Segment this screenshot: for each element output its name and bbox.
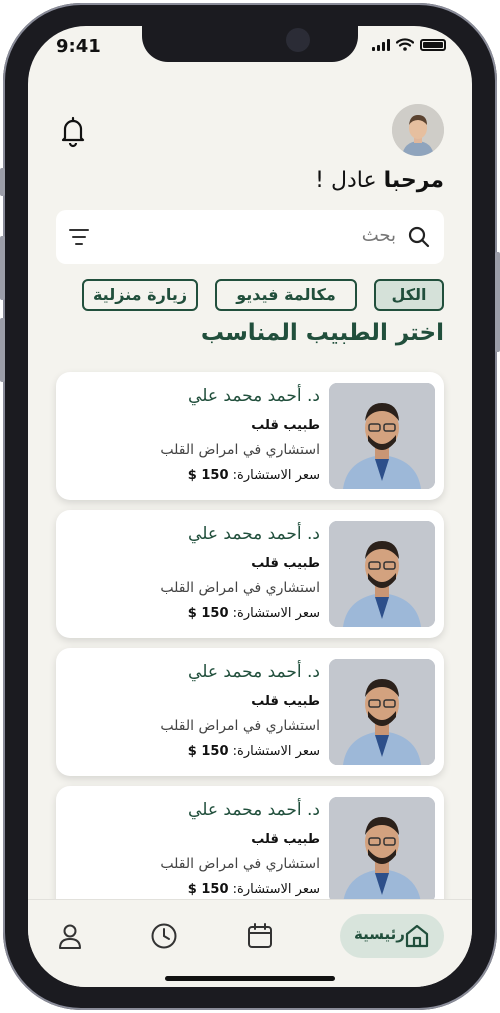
price-value: 150 $ [187, 744, 229, 759]
filter-chip-video-call[interactable]: مكالمة فيديو [215, 279, 357, 311]
doctor-card[interactable]: د. أحمد محمد علي طبيب قلب استشاري في امر… [56, 510, 444, 638]
doctor-description: استشاري في امراض القلب [160, 580, 320, 596]
doctor-specialty: طبيب قلب [251, 418, 320, 433]
doctor-specialty: طبيب قلب [251, 556, 320, 571]
doctor-description: استشاري في امراض القلب [160, 856, 320, 872]
greeting: مرحبا عادل ! [315, 168, 444, 193]
doctor-price: سعر الاستشارة: 150 $ [188, 744, 320, 759]
price-label: سعر الاستشارة: [232, 606, 320, 621]
camera [286, 28, 310, 52]
doctor-card[interactable]: د. أحمد محمد علي طبيب قلب استشاري في امر… [56, 372, 444, 500]
doctor-name: د. أحمد محمد علي [188, 662, 320, 682]
filter-chip-home-visit[interactable]: زيارة منزلية [82, 279, 198, 311]
app-screen: 9:41 مرحبا عادل ! بحث الكل مكالمة فيديو … [28, 26, 472, 987]
greeting-prefix: مرحبا [383, 168, 444, 193]
doctor-specialty: طبيب قلب [251, 832, 320, 847]
signal-icon [372, 38, 390, 51]
section-title: اختر الطبيب المناسب [200, 320, 444, 346]
doctor-photo [329, 383, 435, 489]
wifi-icon [396, 38, 414, 51]
search-icon [408, 226, 430, 248]
doctor-photo [329, 797, 435, 903]
home-icon [405, 924, 429, 948]
power-button [495, 252, 500, 352]
search-bar[interactable]: بحث [56, 210, 444, 264]
doctor-price: سعر الاستشارة: 150 $ [188, 882, 320, 897]
tab-home-label: رئيسية [354, 925, 405, 943]
avatar[interactable] [392, 104, 444, 156]
doctor-price: سعر الاستشارة: 150 $ [188, 606, 320, 621]
calendar-icon[interactable] [246, 922, 274, 950]
battery-icon [420, 38, 446, 51]
doctor-card[interactable]: د. أحمد محمد علي طبيب قلب استشاري في امر… [56, 648, 444, 776]
clock-icon[interactable] [150, 922, 178, 950]
price-value: 150 $ [187, 468, 229, 483]
filter-chip-all[interactable]: الكل [374, 279, 444, 311]
greeting-name: عادل ! [315, 168, 377, 193]
price-value: 150 $ [187, 606, 229, 621]
doctor-description: استشاري في امراض القلب [160, 718, 320, 734]
tab-bar: رئيسية [28, 899, 472, 987]
doctor-name: د. أحمد محمد علي [188, 524, 320, 544]
price-label: سعر الاستشارة: [232, 882, 320, 897]
doctor-specialty: طبيب قلب [251, 694, 320, 709]
filter-icon[interactable] [68, 228, 90, 246]
price-label: سعر الاستشارة: [232, 744, 320, 759]
mute-switch [0, 168, 5, 196]
volume-down-button [0, 318, 5, 382]
search-input[interactable]: بحث [362, 225, 396, 246]
doctor-card[interactable]: د. أحمد محمد علي طبيب قلب استشاري في امر… [56, 786, 444, 914]
doctor-name: د. أحمد محمد علي [188, 386, 320, 406]
volume-up-button [0, 236, 5, 300]
home-indicator [165, 976, 335, 981]
status-time: 9:41 [56, 36, 101, 57]
status-icons [372, 38, 446, 51]
bell-icon[interactable] [56, 114, 90, 148]
price-label: سعر الاستشارة: [232, 468, 320, 483]
doctor-description: استشاري في امراض القلب [160, 442, 320, 458]
doctor-name: د. أحمد محمد علي [188, 800, 320, 820]
doctor-photo [329, 659, 435, 765]
doctor-price: سعر الاستشارة: 150 $ [188, 468, 320, 483]
tab-home[interactable]: رئيسية [340, 914, 444, 958]
profile-icon[interactable] [56, 922, 84, 950]
doctor-photo [329, 521, 435, 627]
notch [142, 26, 358, 62]
price-value: 150 $ [187, 882, 229, 897]
